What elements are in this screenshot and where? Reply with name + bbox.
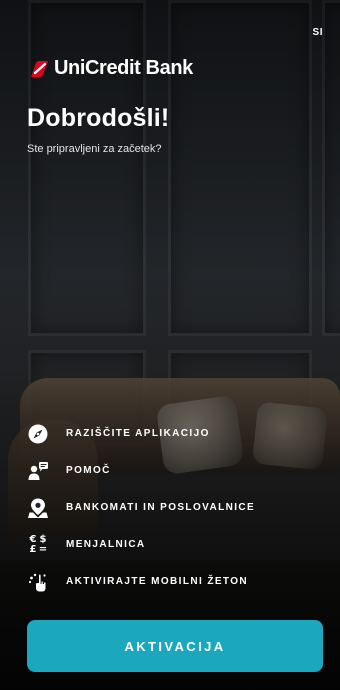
menu-item-label: RAZIŠČITE APLIKACIJO: [66, 428, 210, 439]
menu-item-label: POMOČ: [66, 465, 111, 476]
menu-item-label: BANKOMATI IN POSLOVALNICE: [66, 502, 256, 513]
map-pin-icon: [27, 497, 49, 519]
currency-exchange-icon: € $ £ =: [29, 533, 48, 555]
menu-item-help[interactable]: POMOČ: [27, 452, 317, 489]
quick-actions-menu: RAZIŠČITE APLIKACIJO POMOČ BANKOMATI IN …: [27, 415, 317, 600]
brand-name: UniCredit Bank: [54, 57, 193, 79]
unicredit-logo-icon: [31, 60, 48, 77]
menu-item-atms-branches[interactable]: BANKOMATI IN POSLOVALNICE: [27, 489, 317, 526]
activation-button[interactable]: AKTIVACIJA: [27, 620, 323, 672]
menu-item-exchange[interactable]: € $ £ = MENJALNICA: [27, 526, 317, 563]
welcome-screen: SI UniCredit Bank Dobrodošli! Ste pripra…: [0, 0, 340, 690]
mobile-token-icon: [27, 571, 49, 593]
menu-item-explore-app[interactable]: RAZIŠČITE APLIKACIJO: [27, 415, 317, 452]
brand-logo: UniCredit Bank: [27, 57, 193, 80]
page-title: Dobrodošli!: [27, 104, 170, 132]
menu-item-label: MENJALNICA: [66, 539, 146, 550]
help-chat-icon: [27, 460, 49, 482]
page-subtitle: Ste pripravljeni za začetek?: [27, 143, 162, 155]
menu-item-mobile-token[interactable]: AKTIVIRAJTE MOBILNI ŽETON: [27, 563, 317, 600]
compass-icon: [27, 423, 49, 445]
menu-item-label: AKTIVIRAJTE MOBILNI ŽETON: [66, 576, 249, 587]
language-switcher[interactable]: SI: [313, 27, 323, 38]
